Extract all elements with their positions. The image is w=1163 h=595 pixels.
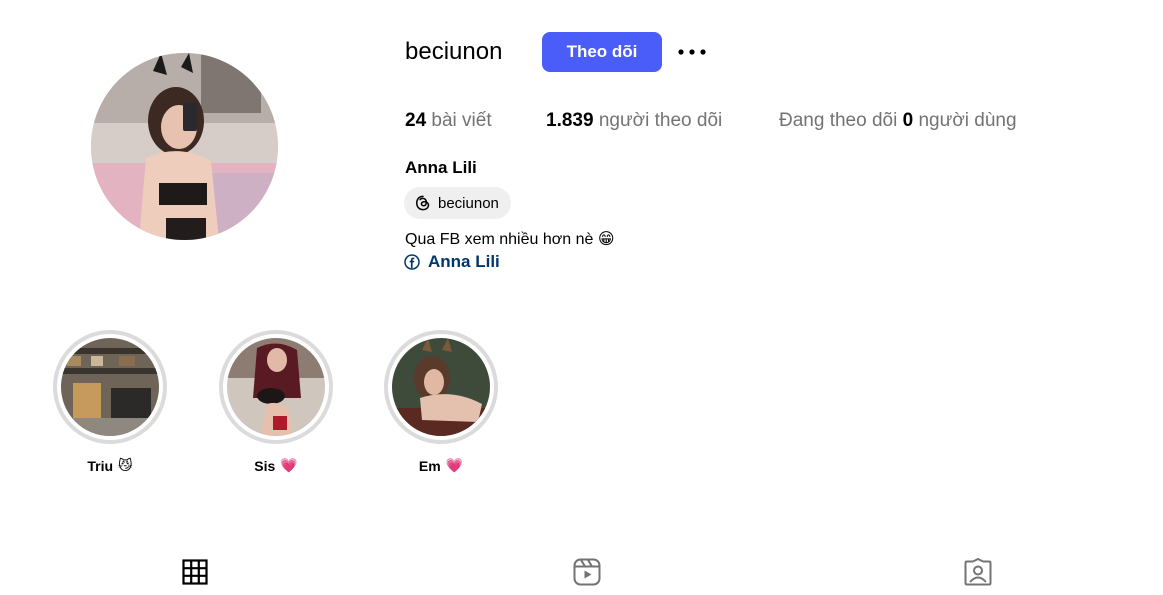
followers-count: 1.839 bbox=[546, 110, 594, 131]
followers-label: người theo dõi bbox=[598, 110, 723, 131]
profile-bio: Qua FB xem nhiều hơn nè 😁 bbox=[405, 231, 615, 248]
highlight-em[interactable]: Em 💗 bbox=[384, 330, 498, 474]
highlight-label: Em 💗 bbox=[418, 457, 464, 474]
threads-link[interactable]: beciunon bbox=[404, 187, 511, 219]
highlight-ring bbox=[219, 330, 333, 444]
more-dots-icon bbox=[678, 49, 706, 55]
facebook-link-label: Anna Lili bbox=[428, 252, 500, 271]
facebook-link[interactable]: Anna Lili bbox=[404, 252, 500, 272]
tab-posts[interactable] bbox=[179, 556, 211, 588]
tab-reels[interactable] bbox=[571, 556, 603, 588]
following-prefix: Đang theo dõi bbox=[779, 110, 898, 131]
highlight-thumbnail bbox=[61, 338, 159, 436]
posts-label: bài viết bbox=[431, 110, 492, 131]
following-suffix: người dùng bbox=[918, 110, 1017, 131]
profile-username: beciunon bbox=[405, 38, 503, 65]
posts-count: 24 bbox=[405, 110, 427, 131]
threads-handle: beciunon bbox=[438, 194, 499, 212]
tab-tagged[interactable] bbox=[962, 556, 994, 588]
avatar-photo bbox=[91, 53, 278, 240]
tagged-icon bbox=[964, 558, 992, 586]
facebook-icon bbox=[404, 254, 420, 270]
highlight-thumbnail bbox=[392, 338, 490, 436]
profile-avatar[interactable] bbox=[91, 53, 278, 240]
following-stat[interactable]: Đang theo dõi 0 người dùng bbox=[779, 110, 1017, 132]
highlight-ring bbox=[53, 330, 167, 444]
threads-icon bbox=[416, 195, 430, 211]
highlight-ring bbox=[384, 330, 498, 444]
more-options-button[interactable] bbox=[676, 40, 708, 64]
highlight-label: Sis 💗 bbox=[254, 457, 298, 474]
highlight-thumbnail bbox=[227, 338, 325, 436]
profile-full-name: Anna Lili bbox=[405, 158, 477, 177]
highlight-label: Triu 😼 bbox=[87, 457, 133, 474]
posts-stat: 24 bài viết bbox=[405, 110, 492, 132]
follow-button[interactable]: Theo dõi bbox=[542, 32, 662, 72]
following-count: 0 bbox=[902, 110, 914, 131]
followers-stat[interactable]: 1.839 người theo dõi bbox=[546, 110, 722, 132]
reels-icon bbox=[573, 558, 601, 586]
grid-icon bbox=[182, 559, 208, 585]
highlight-sis[interactable]: Sis 💗 bbox=[219, 330, 333, 474]
highlight-triu[interactable]: Triu 😼 bbox=[53, 330, 167, 474]
